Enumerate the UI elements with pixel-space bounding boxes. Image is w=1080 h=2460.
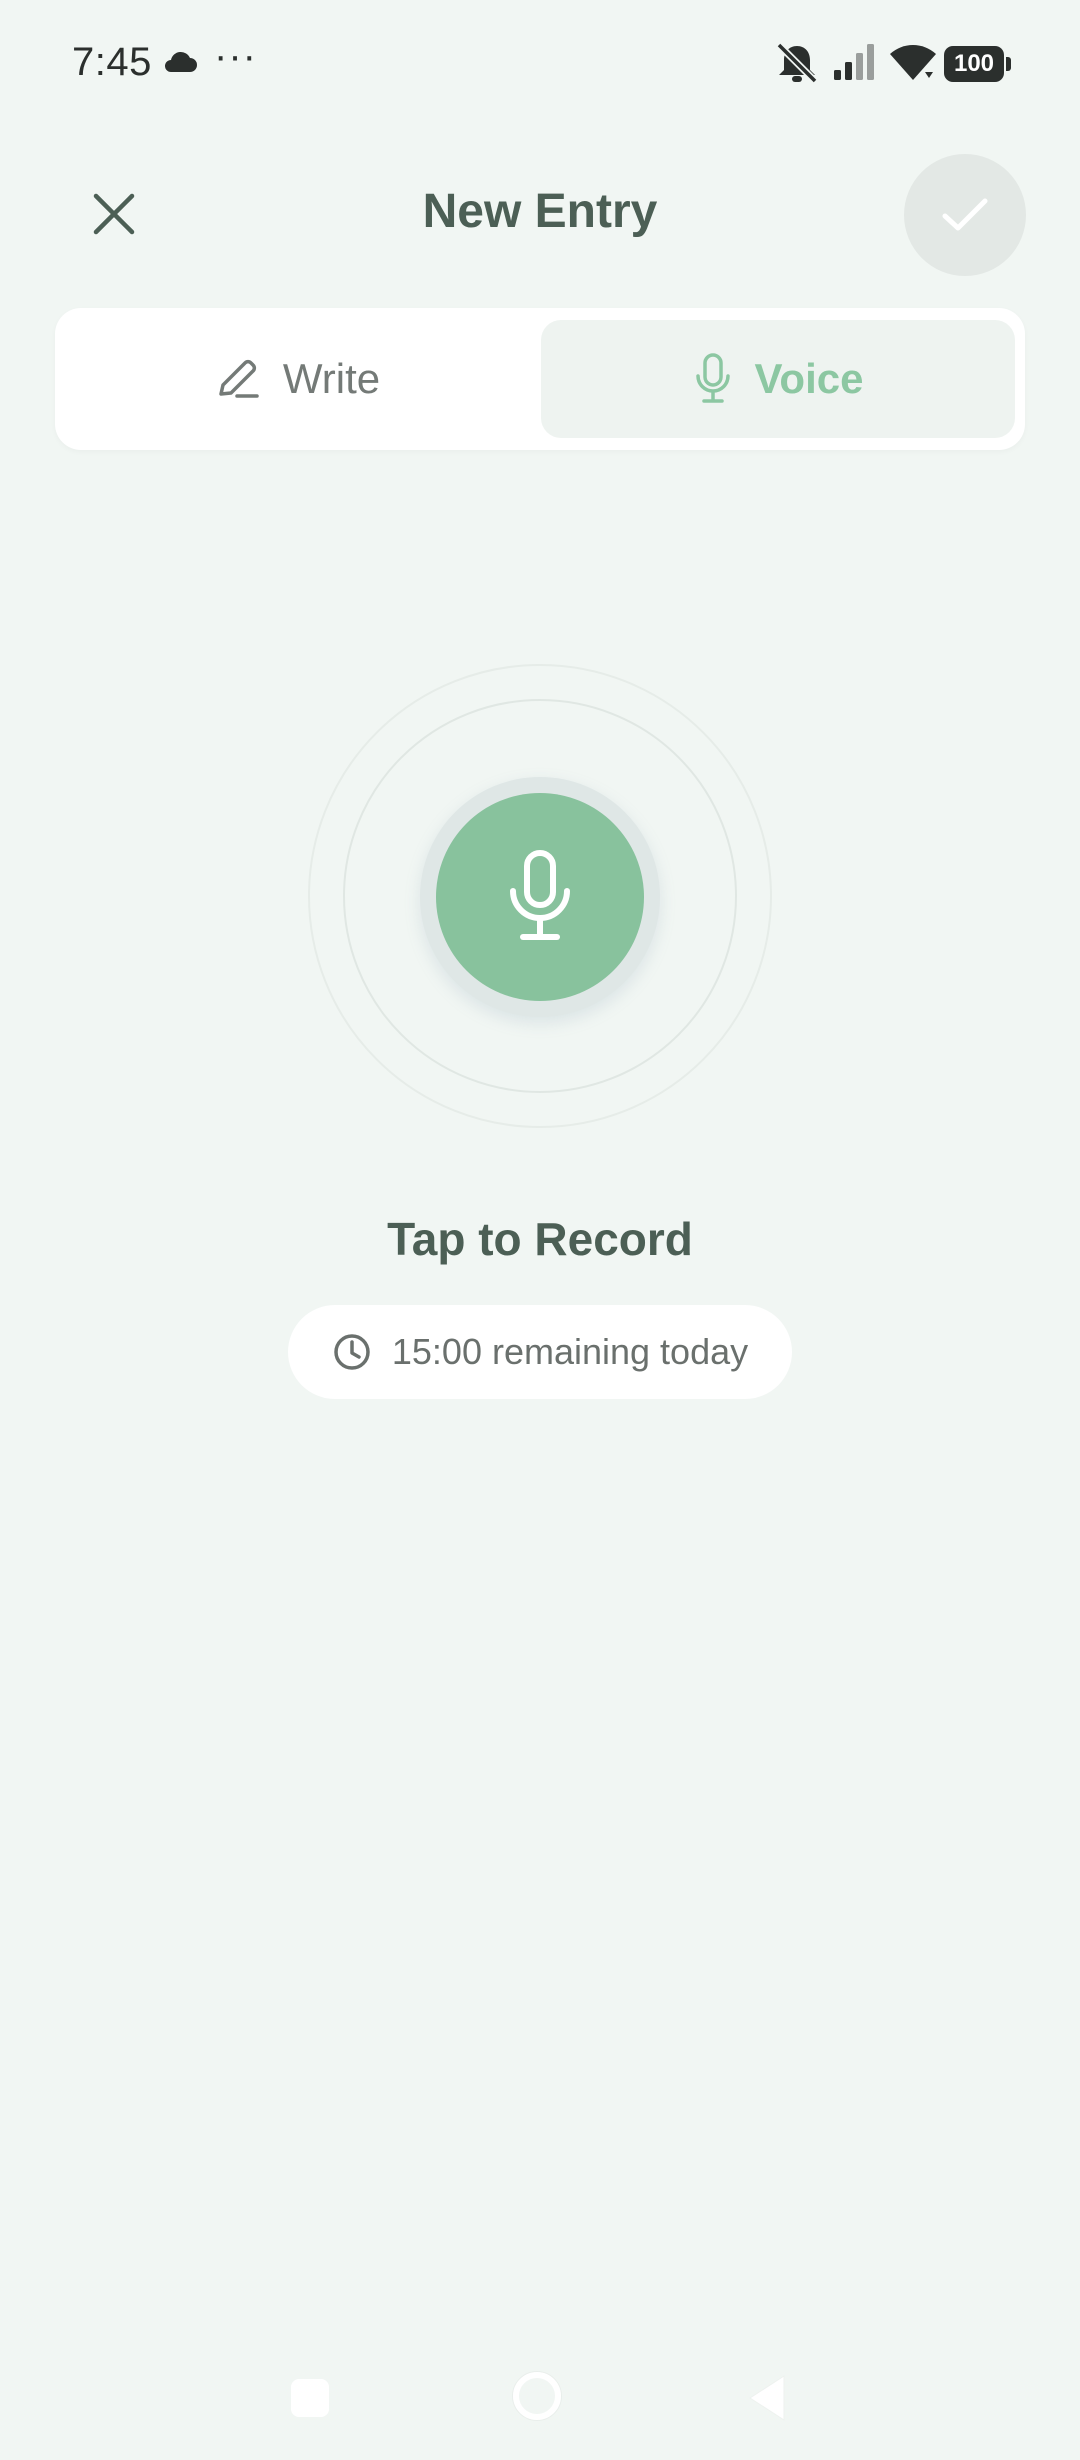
status-time: 7:45 [72,40,152,84]
tab-voice-label: Voice [754,355,864,402]
check-icon [942,198,988,231]
microphone-icon [695,353,730,403]
header: New Entry [0,140,1080,290]
recent-apps-icon[interactable] [291,2379,329,2417]
wifi-icon [888,42,938,87]
status-overflow-icon: ··· [214,34,257,78]
remaining-time-text: 15:00 remaining today [391,1331,749,1372]
cloud-icon [162,50,198,79]
record-button[interactable] [436,793,644,1001]
tab-write-label: Write [282,355,381,402]
microphone-icon [510,850,570,940]
new-entry-screen: 7:45 ··· 100 New Entry Write Voice Tap t… [0,0,1080,2460]
remaining-time-badge: 15:00 remaining today [288,1305,792,1399]
pencil-icon [219,359,259,398]
battery-indicator: 100 [944,46,1011,82]
tab-voice[interactable]: Voice [541,320,1015,438]
confirm-button[interactable] [904,154,1026,276]
mode-selector: Write Voice [55,308,1025,450]
signal-icon [832,42,878,87]
status-bar: 7:45 ··· 100 [0,0,1080,130]
back-icon[interactable] [748,2374,786,2427]
home-icon[interactable] [513,2372,561,2420]
clock-icon [334,1334,370,1370]
tab-write[interactable]: Write [55,308,540,450]
system-nav-bar [0,2340,1080,2460]
bell-off-icon [774,42,820,89]
record-label: Tap to Record [387,1213,693,1265]
